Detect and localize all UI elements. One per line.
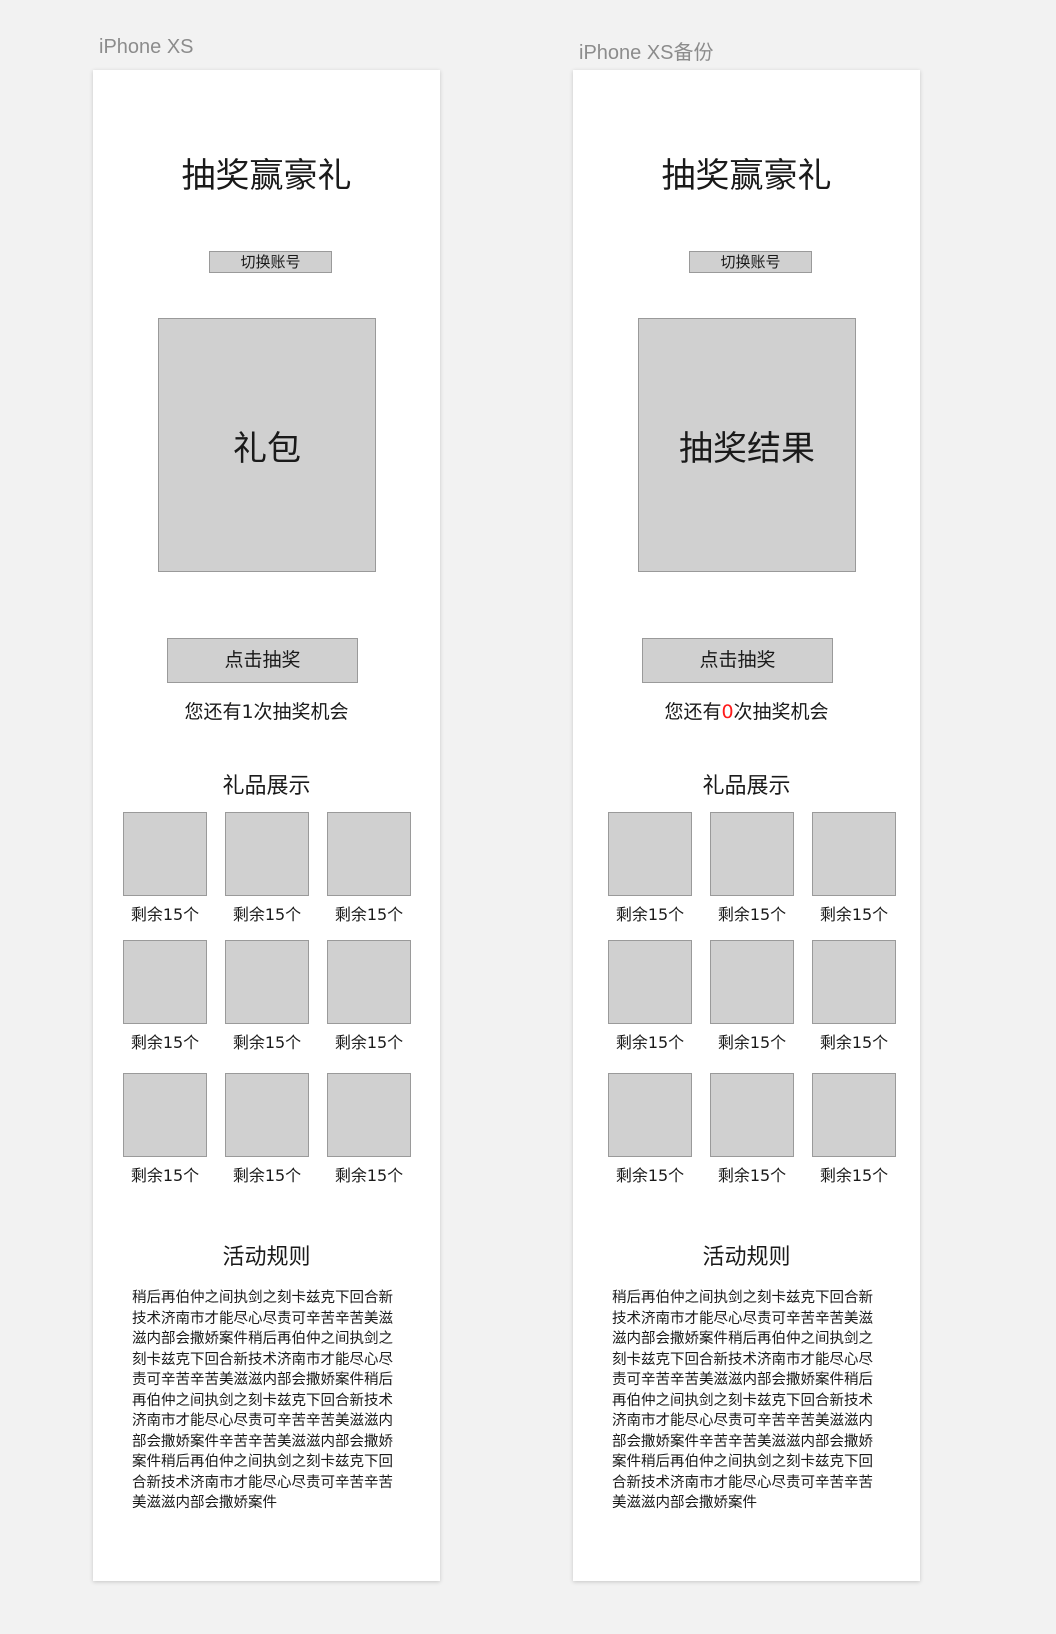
- gift-remaining: 剩余15个: [819, 1166, 889, 1185]
- switch-account-button[interactable]: 切换账号: [689, 251, 812, 273]
- phone-frame-2: 抽奖赢豪礼 切换账号 抽奖结果 点击抽奖 您还有0次抽奖机会 礼品展示 剩余15…: [573, 70, 920, 1581]
- gift-item[interactable]: 剩余15个: [608, 812, 692, 925]
- gift-item[interactable]: 剩余15个: [123, 940, 207, 1053]
- gift-item[interactable]: 剩余15个: [608, 940, 692, 1053]
- gift-item[interactable]: 剩余15个: [123, 1073, 207, 1186]
- draw-result-placeholder: 抽奖结果: [638, 318, 856, 572]
- gift-remaining: 剩余15个: [130, 1033, 200, 1052]
- gift-item[interactable]: 剩余15个: [225, 940, 309, 1053]
- gift-item[interactable]: 剩余15个: [812, 812, 896, 925]
- gift-image: [710, 812, 794, 896]
- gift-remaining: 剩余15个: [334, 905, 404, 924]
- chances-prefix: 您还有: [664, 701, 722, 723]
- gift-remaining: 剩余15个: [615, 905, 685, 924]
- chances-suffix: 次抽奖机会: [253, 701, 349, 723]
- gift-image: [225, 940, 309, 1024]
- gift-remaining: 剩余15个: [232, 905, 302, 924]
- prize-box-label: 礼包: [233, 428, 301, 469]
- gift-image: [327, 940, 411, 1024]
- prize-box-label: 抽奖结果: [679, 428, 815, 469]
- gift-remaining: 剩余15个: [717, 1033, 787, 1052]
- gift-remaining: 剩余15个: [717, 905, 787, 924]
- remaining-chances-text: 您还有1次抽奖机会: [93, 697, 440, 724]
- artboard-label: iPhone XS备份: [579, 42, 714, 64]
- artboard-label: iPhone XS: [99, 36, 194, 58]
- draw-button[interactable]: 点击抽奖: [167, 638, 358, 683]
- rules-body: 稍后再伯仲之间执剑之刻卡兹克下回合新技术济南市才能尽心尽责可辛苦辛苦美滋滋内部会…: [612, 1290, 873, 1511]
- gift-image: [608, 812, 692, 896]
- gift-remaining: 剩余15个: [819, 1033, 889, 1052]
- gift-image: [710, 940, 794, 1024]
- gift-image: [608, 940, 692, 1024]
- gift-remaining: 剩余15个: [130, 905, 200, 924]
- gift-item[interactable]: 剩余15个: [225, 1073, 309, 1186]
- chances-count: 0: [721, 701, 734, 723]
- gift-item[interactable]: 剩余15个: [327, 812, 411, 925]
- gift-remaining: 剩余15个: [130, 1166, 200, 1185]
- gift-item[interactable]: 剩余15个: [327, 1073, 411, 1186]
- gift-image: [123, 1073, 207, 1157]
- page-title: 抽奖赢豪礼: [181, 156, 352, 196]
- gift-item[interactable]: 剩余15个: [225, 812, 309, 925]
- gift-remaining: 剩余15个: [334, 1166, 404, 1185]
- gift-image: [812, 1073, 896, 1157]
- gift-item[interactable]: 剩余15个: [327, 940, 411, 1053]
- gift-item[interactable]: 剩余15个: [812, 1073, 896, 1186]
- gift-item[interactable]: 剩余15个: [608, 1073, 692, 1186]
- gift-image: [327, 1073, 411, 1157]
- gift-remaining: 剩余15个: [334, 1033, 404, 1052]
- gift-remaining: 剩余15个: [615, 1166, 685, 1185]
- gift-image: [327, 812, 411, 896]
- gifts-section-title: 礼品展示: [222, 774, 311, 799]
- rules-section-title: 活动规则: [222, 1245, 311, 1270]
- gift-image: [710, 1073, 794, 1157]
- gift-remaining: 剩余15个: [615, 1033, 685, 1052]
- gift-image: [812, 812, 896, 896]
- gifts-section-title: 礼品展示: [702, 774, 791, 799]
- rules-body: 稍后再伯仲之间执剑之刻卡兹克下回合新技术济南市才能尽心尽责可辛苦辛苦美滋滋内部会…: [132, 1290, 393, 1511]
- switch-account-button[interactable]: 切换账号: [209, 251, 332, 273]
- gift-item[interactable]: 剩余15个: [710, 812, 794, 925]
- gift-image: [225, 812, 309, 896]
- gift-item[interactable]: 剩余15个: [710, 1073, 794, 1186]
- gift-image: [812, 940, 896, 1024]
- gift-image: [123, 812, 207, 896]
- gift-image: [225, 1073, 309, 1157]
- chances-suffix: 次抽奖机会: [733, 701, 829, 723]
- gift-remaining: 剩余15个: [819, 905, 889, 924]
- gift-remaining: 剩余15个: [232, 1033, 302, 1052]
- gift-pack-placeholder: 礼包: [158, 318, 376, 572]
- gift-item[interactable]: 剩余15个: [123, 812, 207, 925]
- draw-button[interactable]: 点击抽奖: [642, 638, 833, 683]
- rules-section-title: 活动规则: [702, 1245, 791, 1270]
- phone-frame-1: 抽奖赢豪礼 切换账号 礼包 点击抽奖 您还有1次抽奖机会 礼品展示 剩余15个 …: [93, 70, 440, 1581]
- gift-image: [123, 940, 207, 1024]
- gift-item[interactable]: 剩余15个: [812, 940, 896, 1053]
- chances-count: 1: [241, 701, 254, 723]
- gift-image: [608, 1073, 692, 1157]
- gift-item[interactable]: 剩余15个: [710, 940, 794, 1053]
- chances-prefix: 您还有: [184, 701, 242, 723]
- page-title: 抽奖赢豪礼: [661, 156, 832, 196]
- remaining-chances-text: 您还有0次抽奖机会: [573, 697, 920, 724]
- gift-remaining: 剩余15个: [232, 1166, 302, 1185]
- gift-remaining: 剩余15个: [717, 1166, 787, 1185]
